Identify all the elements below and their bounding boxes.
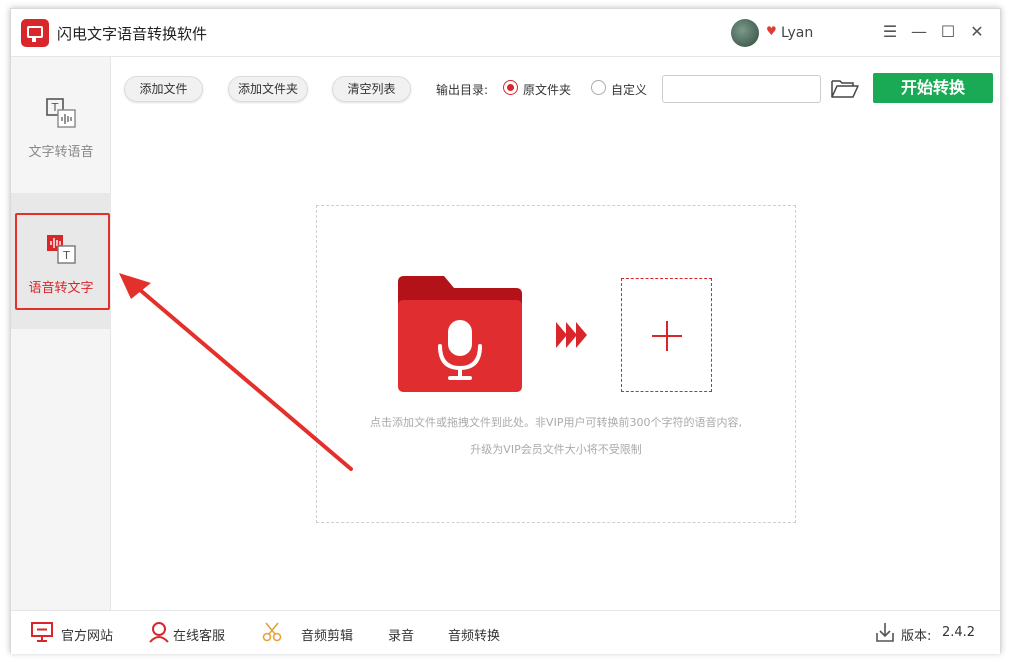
- official-site-link[interactable]: 官方网站: [61, 625, 113, 644]
- version-label: 版本:: [901, 629, 932, 644]
- app-window: 闪电文字语音转换软件 ♥ Lyan ☰ — ☐ ✕ T 文字转语音 T 语音转文…: [10, 8, 1001, 654]
- drop-hint-line1: 点击添加文件或拖拽文件到此处。非VIP用户可转换前300个字符的语音内容,: [370, 416, 742, 429]
- sidebar-item-text-to-speech[interactable]: T 文字转语音: [11, 57, 111, 193]
- radio-original-folder[interactable]: [503, 80, 518, 95]
- svg-text:T: T: [62, 249, 70, 262]
- folder-open-icon[interactable]: [831, 79, 859, 99]
- radio-custom[interactable]: [591, 80, 606, 95]
- annotation-arrow: [119, 273, 353, 471]
- download-icon: [876, 623, 894, 642]
- clear-list-button[interactable]: 清空列表: [332, 76, 411, 102]
- speech-to-text-icon: T: [47, 235, 76, 264]
- drop-hint-line2: 升级为VIP会员文件大小将不受限制: [470, 443, 642, 456]
- monitor-icon: [31, 622, 53, 642]
- audio-edit-link[interactable]: 音频剪辑: [301, 625, 353, 644]
- sidebar-item-label: 语音转文字: [28, 281, 94, 296]
- radio-original-folder-label: 原文件夹: [523, 83, 572, 97]
- drop-zone[interactable]: [316, 205, 796, 523]
- title-bar: 闪电文字语音转换软件 ♥ Lyan ☰ — ☐ ✕: [11, 9, 1000, 57]
- record-link[interactable]: 录音: [388, 625, 414, 644]
- online-service-link[interactable]: 在线客服: [173, 625, 225, 644]
- maximize-button[interactable]: ☐: [938, 21, 958, 43]
- sidebar-item-speech-to-text[interactable]: T 语音转文字: [11, 193, 111, 329]
- sidebar-item-label: 文字转语音: [28, 145, 94, 160]
- footer-bar: 官方网站 在线客服 音频剪辑 录音 音频转换 版本: 2.4.2: [11, 610, 1000, 654]
- version-number: 2.4.2: [942, 625, 976, 640]
- minimize-button[interactable]: —: [909, 21, 929, 43]
- headset-user-icon: [149, 622, 169, 643]
- output-dir-label: 输出目录:: [436, 83, 489, 97]
- app-title: 闪电文字语音转换软件: [57, 25, 208, 43]
- add-file-plus-button[interactable]: [621, 278, 712, 392]
- text-to-speech-icon: T: [46, 98, 76, 128]
- avatar[interactable]: [731, 19, 759, 47]
- triple-arrow-icon: [556, 322, 587, 348]
- start-convert-button[interactable]: 开始转换: [873, 73, 993, 103]
- audio-convert-link[interactable]: 音频转换: [448, 625, 500, 644]
- add-folder-button[interactable]: 添加文件夹: [228, 76, 308, 102]
- close-button[interactable]: ✕: [967, 21, 987, 43]
- output-path-input[interactable]: [662, 75, 821, 103]
- menu-button[interactable]: ☰: [880, 21, 900, 43]
- add-file-button[interactable]: 添加文件: [124, 76, 203, 102]
- sidebar: T 文字转语音 T 语音转文字: [11, 57, 111, 610]
- scissors-icon: [262, 622, 282, 642]
- username[interactable]: Lyan: [781, 25, 813, 41]
- mic-folder-icon[interactable]: [398, 276, 522, 392]
- vip-heart-icon: ♥: [766, 24, 777, 38]
- radio-custom-label: 自定义: [611, 83, 648, 97]
- app-logo-icon: [21, 19, 49, 47]
